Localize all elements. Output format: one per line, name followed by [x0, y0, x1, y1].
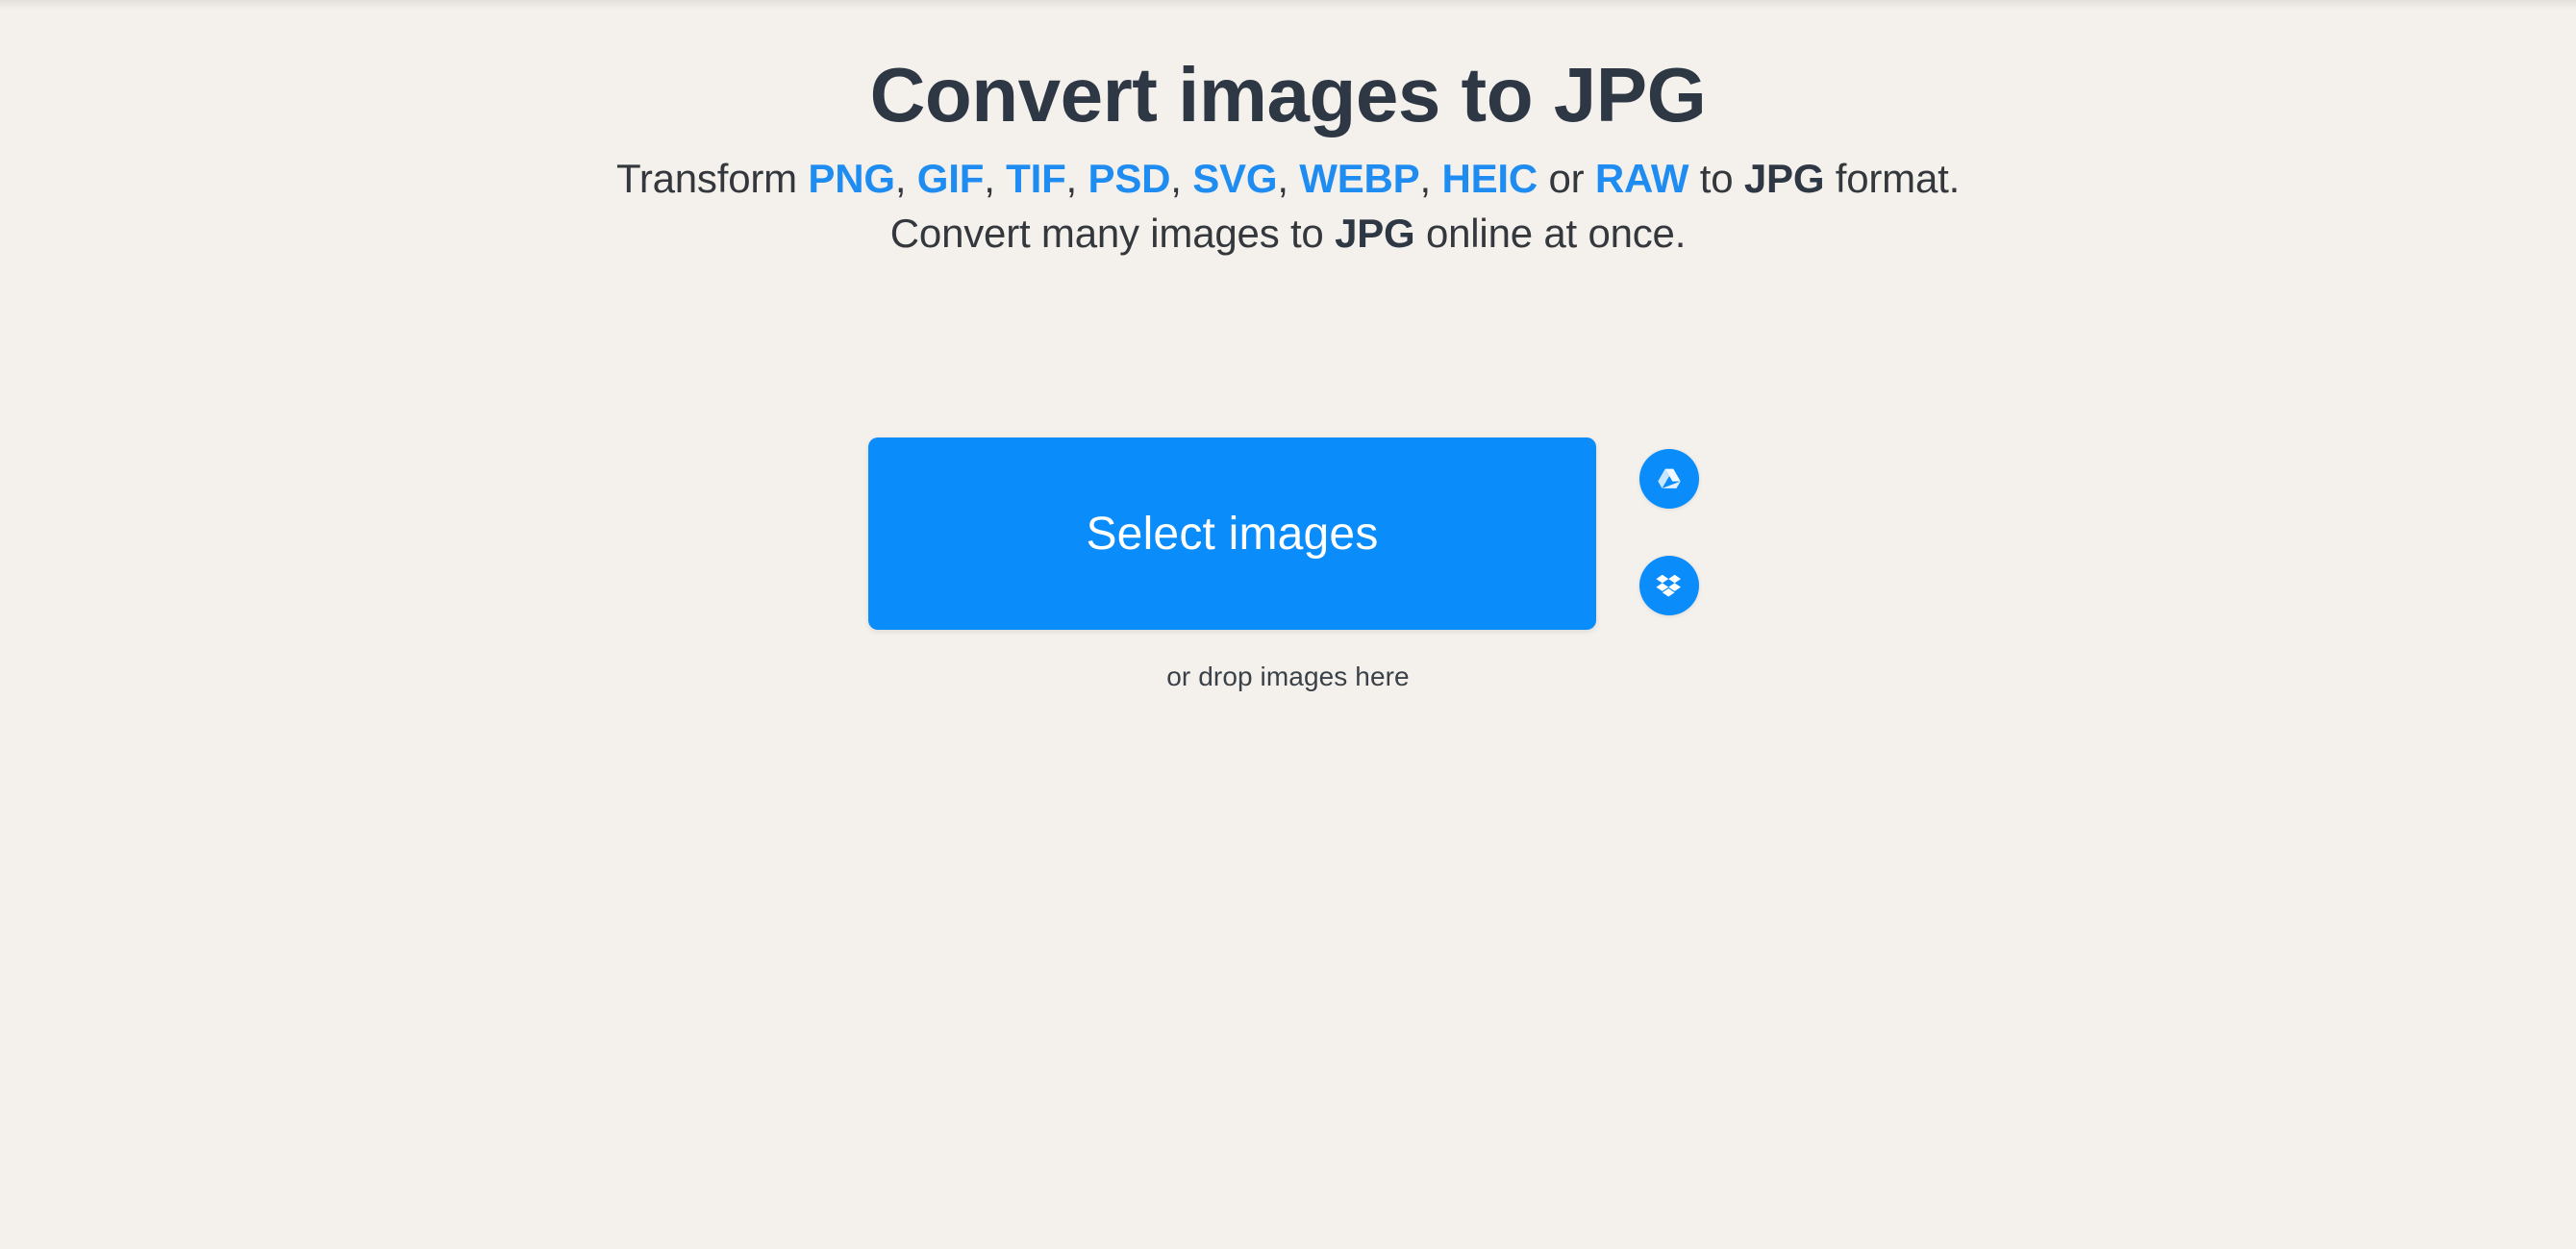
google-drive-button[interactable] [1639, 449, 1699, 509]
format-svg: SVG [1192, 156, 1278, 202]
action-inner: Select images [0, 437, 2576, 630]
sep-2: , [984, 156, 1007, 202]
format-heic: HEIC [1441, 156, 1538, 202]
conjunction-or: or [1537, 156, 1595, 202]
format-gif: GIF [916, 156, 985, 202]
format-raw: RAW [1594, 156, 1689, 202]
hero-subtitle: Transform PNG, GIF, TIF, PSD, SVG, WEBP,… [0, 137, 2576, 257]
target-format-line2: JPG [1335, 211, 1415, 257]
sep-6: , [1419, 156, 1442, 202]
google-drive-icon [1654, 463, 1685, 494]
format-tif: TIF [1006, 156, 1066, 202]
format-png: PNG [808, 156, 895, 202]
sep-5: , [1277, 156, 1300, 202]
action-row: Select images [0, 437, 2576, 649]
select-images-label: Select images [1086, 508, 1379, 560]
page-root: Convert images to JPG Transform PNG, GIF… [0, 0, 2576, 1249]
subtitle-tail-1: format. [1824, 156, 1961, 202]
sep-4: , [1170, 156, 1193, 202]
hero-section: Convert images to JPG Transform PNG, GIF… [0, 0, 2576, 258]
sep-1: , [894, 156, 917, 202]
dropbox-icon [1654, 570, 1685, 601]
subtitle-line-1: Transform PNG, GIF, TIF, PSD, SVG, WEBP,… [0, 156, 2576, 203]
subtitle-lead: Transform [615, 156, 809, 202]
dropbox-button[interactable] [1639, 556, 1699, 615]
subtitle-tail-2: online at once. [1414, 211, 1687, 257]
subtitle-line2-lead: Convert many images to [889, 211, 1336, 257]
subtitle-line-2: Convert many images to JPG online at onc… [0, 203, 2576, 258]
drop-hint-text: or drop images here [1166, 662, 1410, 691]
cloud-import-buttons [1639, 425, 1701, 646]
sep-3: , [1065, 156, 1088, 202]
target-format-line1: JPG [1743, 156, 1825, 202]
to-text: to [1688, 156, 1744, 202]
format-webp: WEBP [1299, 156, 1420, 202]
format-psd: PSD [1088, 156, 1171, 202]
page-title: Convert images to JPG [869, 52, 1707, 137]
select-images-button[interactable]: Select images [868, 437, 1596, 630]
